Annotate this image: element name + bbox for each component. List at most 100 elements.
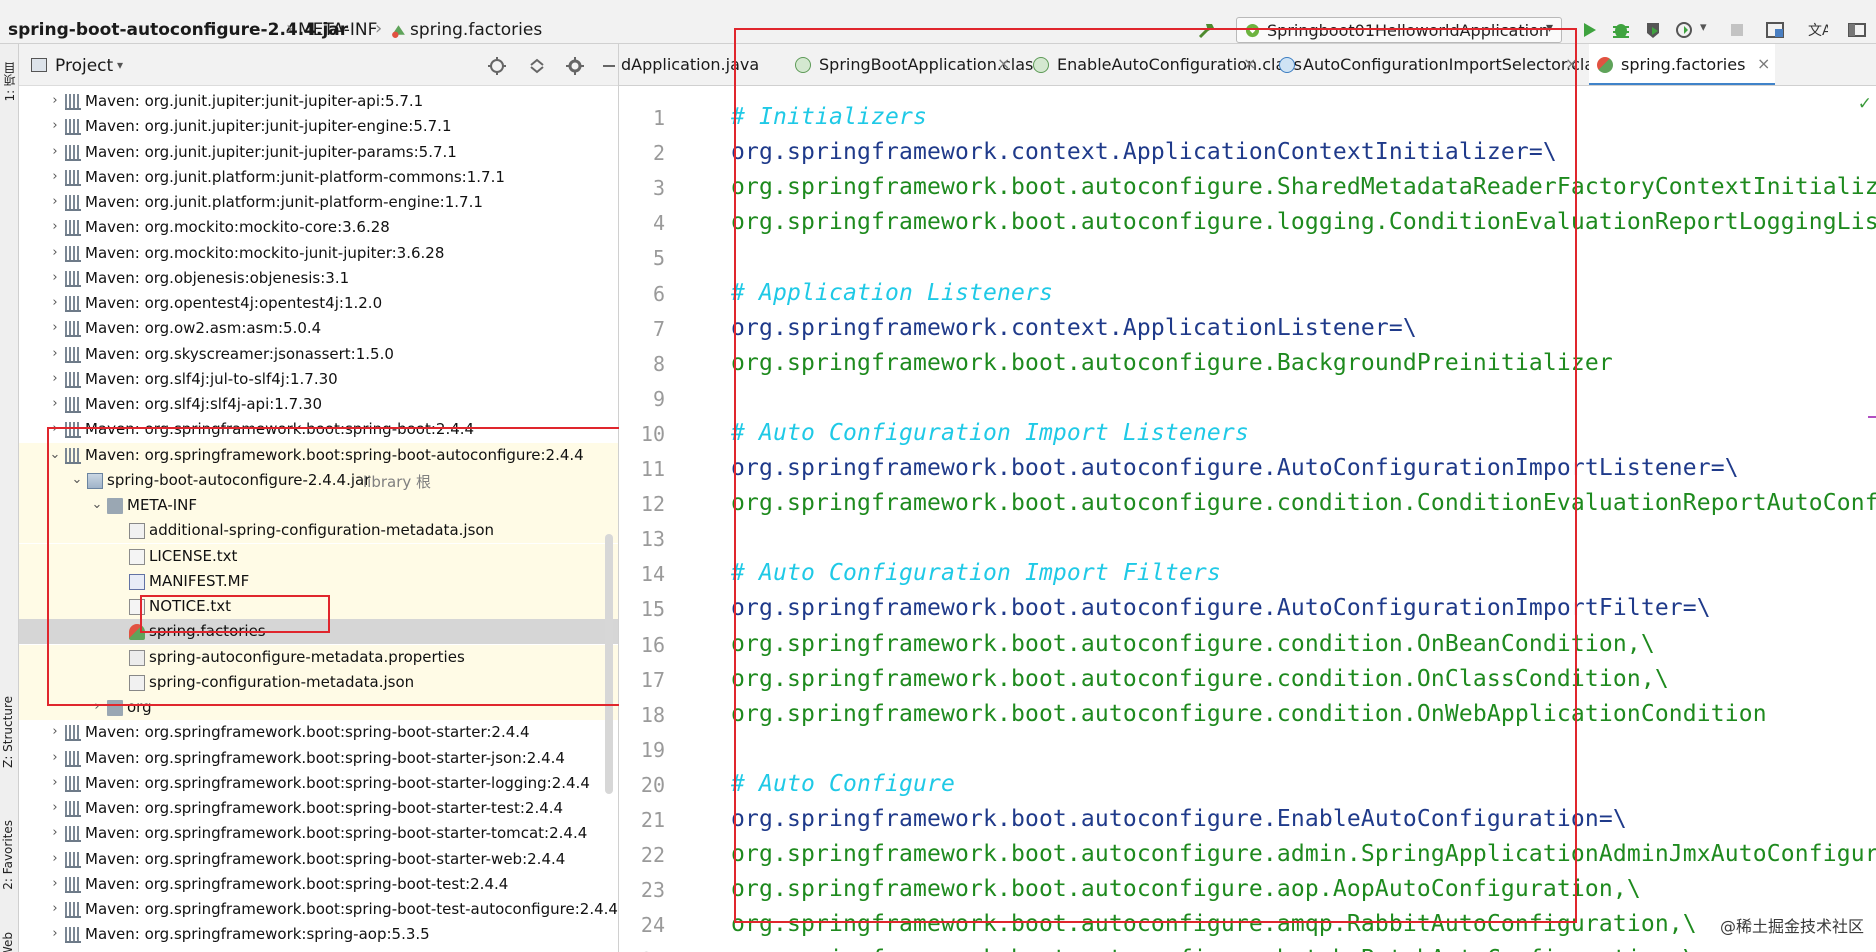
code-line[interactable]: org.springframework.boot.autoconfigure.a… <box>731 841 1876 867</box>
tree-row[interactable]: ⌄ spring-boot-autoconfigure-2.4.4.jar libr… <box>19 467 618 493</box>
tree-row[interactable]: NOTICE.txt <box>19 594 618 619</box>
tree-row[interactable]: › Maven: org.junit.jupiter:junit-jupiter-… <box>19 89 618 114</box>
code-line[interactable]: org.springframework.boot.autoconfigure.E… <box>731 806 1627 832</box>
chevron-right-icon[interactable]: › <box>49 346 61 361</box>
tree-row[interactable]: MANIFEST.MF <box>19 568 618 594</box>
run-configuration-selector[interactable]: Springboot01HelloworldApplication ▾ <box>1236 17 1562 43</box>
chevron-right-icon[interactable]: › <box>49 270 61 285</box>
locate-file-icon[interactable] <box>487 56 507 76</box>
code-line[interactable]: org.springframework.boot.autoconfigure.S… <box>731 174 1876 200</box>
breadcrumb-folder[interactable]: META-INF <box>298 20 377 40</box>
code-line[interactable]: org.springframework.boot.autoconfigure.c… <box>731 631 1655 657</box>
chevron-right-icon[interactable]: › <box>49 118 61 133</box>
collapse-all-icon[interactable] <box>527 56 547 76</box>
chevron-right-icon[interactable]: › <box>49 169 61 184</box>
code-line[interactable]: org.springframework.boot.autoconfigure.A… <box>731 595 1711 621</box>
structure-tool-window-button[interactable]: Z: Structure <box>1 696 15 768</box>
code-line[interactable]: org.springframework.boot.autoconfigure.c… <box>731 666 1669 692</box>
window-layout-icon[interactable] <box>1846 19 1868 41</box>
code-line[interactable]: org.springframework.boot.autoconfigure.c… <box>731 490 1876 516</box>
tree-row[interactable]: › Maven: org.junit.platform:junit-platfor… <box>19 190 618 215</box>
code-line[interactable]: org.springframework.boot.autoconfigure.B… <box>731 350 1613 376</box>
chevron-right-icon[interactable]: › <box>49 245 61 260</box>
chevron-right-icon[interactable]: › <box>49 825 61 840</box>
chevron-right-icon[interactable]: › <box>49 876 61 891</box>
tree-row[interactable]: › Maven: org.slf4j:jul-to-slf4j:1.7.30 <box>19 367 618 392</box>
translate-icon[interactable]: 文A <box>1806 19 1828 41</box>
chevron-right-icon[interactable]: › <box>49 320 61 335</box>
chevron-right-icon[interactable]: › <box>49 421 61 436</box>
code-line[interactable]: org.springframework.context.ApplicationL… <box>731 315 1417 341</box>
chevron-right-icon[interactable]: › <box>49 926 61 941</box>
editor-tab[interactable]: SpringBootApplication.class × <box>787 44 1042 85</box>
tree-row[interactable]: spring.factories <box>19 619 618 645</box>
code-comment-line[interactable]: # Auto Configuration Import Listeners <box>731 420 1249 446</box>
code-editor[interactable]: # Initializers org.springframework.contex… <box>731 86 1876 952</box>
chevron-right-icon[interactable]: › <box>49 371 61 386</box>
error-stripe-marker[interactable] <box>1868 416 1876 418</box>
tree-row[interactable]: › Maven: org.springframework.boot:spring-… <box>19 821 618 846</box>
project-tool-window-button[interactable]: 1: 项目 <box>1 62 18 102</box>
chevron-right-icon[interactable]: › <box>49 901 61 916</box>
tree-row[interactable]: ⌄ META-INF <box>19 493 618 518</box>
tree-row[interactable]: › Maven: org.objenesis:objenesis:3.1 <box>19 266 618 291</box>
tree-row[interactable]: spring-autoconfigure-metadata.properties <box>19 644 618 670</box>
tree-row[interactable]: › Maven: org.mockito:mockito-core:3.6.28 <box>19 215 618 240</box>
tree-row[interactable]: › Maven: org.slf4j:slf4j-api:1.7.30 <box>19 392 618 417</box>
hammer-build-icon[interactable] <box>1196 19 1218 41</box>
chevron-right-icon[interactable]: › <box>91 699 103 714</box>
chevron-down-icon[interactable]: ⌄ <box>71 472 83 487</box>
code-comment-line[interactable]: # Initializers <box>731 104 927 130</box>
code-line[interactable]: org.springframework.boot.autoconfigure.b… <box>731 946 1697 952</box>
chevron-right-icon[interactable]: › <box>49 194 61 209</box>
tree-row[interactable]: › Maven: org.springframework:spring-aop:5… <box>19 922 618 947</box>
chevron-right-icon[interactable]: › <box>49 396 61 411</box>
chevron-right-icon[interactable]: › <box>49 775 61 790</box>
close-icon[interactable]: × <box>1243 54 1256 73</box>
tree-row[interactable]: ⌄ Maven: org.springframework.boot:spring-… <box>19 442 618 468</box>
tree-row[interactable]: › Maven: org.springframework.boot:spring-… <box>19 720 618 745</box>
editor-tab[interactable]: dApplication.java <box>619 44 769 85</box>
tree-row[interactable]: › Maven: org.opentest4j:opentest4j:1.2.0 <box>19 291 618 316</box>
tree-row[interactable]: › Maven: org.springframework.boot:spring-… <box>19 847 618 872</box>
tree-row[interactable]: › Maven: org.mockito:mockito-junit-jupite… <box>19 241 618 266</box>
chevron-right-icon[interactable]: › <box>49 295 61 310</box>
project-view-selector[interactable]: Project <box>55 56 113 76</box>
code-line[interactable]: org.springframework.boot.autoconfigure.A… <box>731 455 1739 481</box>
tree-row[interactable]: › Maven: org.ow2.asm:asm:5.0.4 <box>19 316 618 341</box>
tree-row[interactable]: LICENSE.txt <box>19 543 618 569</box>
tree-row[interactable]: › Maven: org.junit.platform:junit-platfor… <box>19 165 618 190</box>
tree-row[interactable]: › Maven: org.skyscreamer:jsonassert:1.5.0 <box>19 342 618 367</box>
chevron-down-icon[interactable]: ▾ <box>1700 20 1707 35</box>
code-line[interactable]: org.springframework.boot.autoconfigure.a… <box>731 876 1641 902</box>
chevron-down-icon[interactable]: ⌄ <box>49 447 61 462</box>
stop-icon[interactable] <box>1726 19 1748 41</box>
tree-row[interactable]: ›Maven: org.springframework:spring-beans… <box>19 948 618 952</box>
tree-row[interactable]: additional-spring-configuration-metadata… <box>19 518 618 544</box>
close-icon[interactable]: × <box>997 54 1010 73</box>
tree-row[interactable]: spring-configuration-metadata.json <box>19 669 618 695</box>
tree-row[interactable]: › Maven: org.springframework.boot:spring-… <box>19 417 618 442</box>
code-line[interactable]: org.springframework.context.ApplicationC… <box>731 139 1557 165</box>
profiler-icon[interactable] <box>1674 19 1696 41</box>
chevron-down-icon[interactable]: ▾ <box>117 58 123 72</box>
tree-row[interactable]: › Maven: org.springframework.boot:spring-… <box>19 796 618 821</box>
hide-panel-icon[interactable] <box>599 56 619 76</box>
project-structure-icon[interactable] <box>1764 19 1786 41</box>
chevron-right-icon[interactable]: › <box>49 724 61 739</box>
tree-row[interactable]: › Maven: org.springframework.boot:spring-… <box>19 771 618 796</box>
tree-row[interactable]: › org <box>19 695 618 720</box>
code-comment-line[interactable]: # Application Listeners <box>731 280 1053 306</box>
chevron-right-icon[interactable]: › <box>49 851 61 866</box>
code-line[interactable]: org.springframework.boot.autoconfigure.l… <box>731 209 1876 235</box>
close-icon[interactable]: × <box>1565 54 1578 73</box>
tree-row[interactable]: › Maven: org.junit.jupiter:junit-jupiter-… <box>19 114 618 139</box>
editor-tab[interactable]: EnableAutoConfiguration.class × <box>1025 44 1302 85</box>
web-tool-window-button[interactable]: Web <box>1 932 15 952</box>
code-comment-line[interactable]: # Auto Configure <box>731 771 955 797</box>
tree-row[interactable]: › Maven: org.junit.jupiter:junit-jupiter-… <box>19 140 618 165</box>
chevron-right-icon[interactable]: › <box>49 800 61 815</box>
editor-tab[interactable]: spring.factories × <box>1589 44 1775 85</box>
code-line[interactable]: org.springframework.boot.autoconfigure.a… <box>731 911 1697 937</box>
tree-row[interactable]: › Maven: org.springframework.boot:spring-… <box>19 872 618 897</box>
